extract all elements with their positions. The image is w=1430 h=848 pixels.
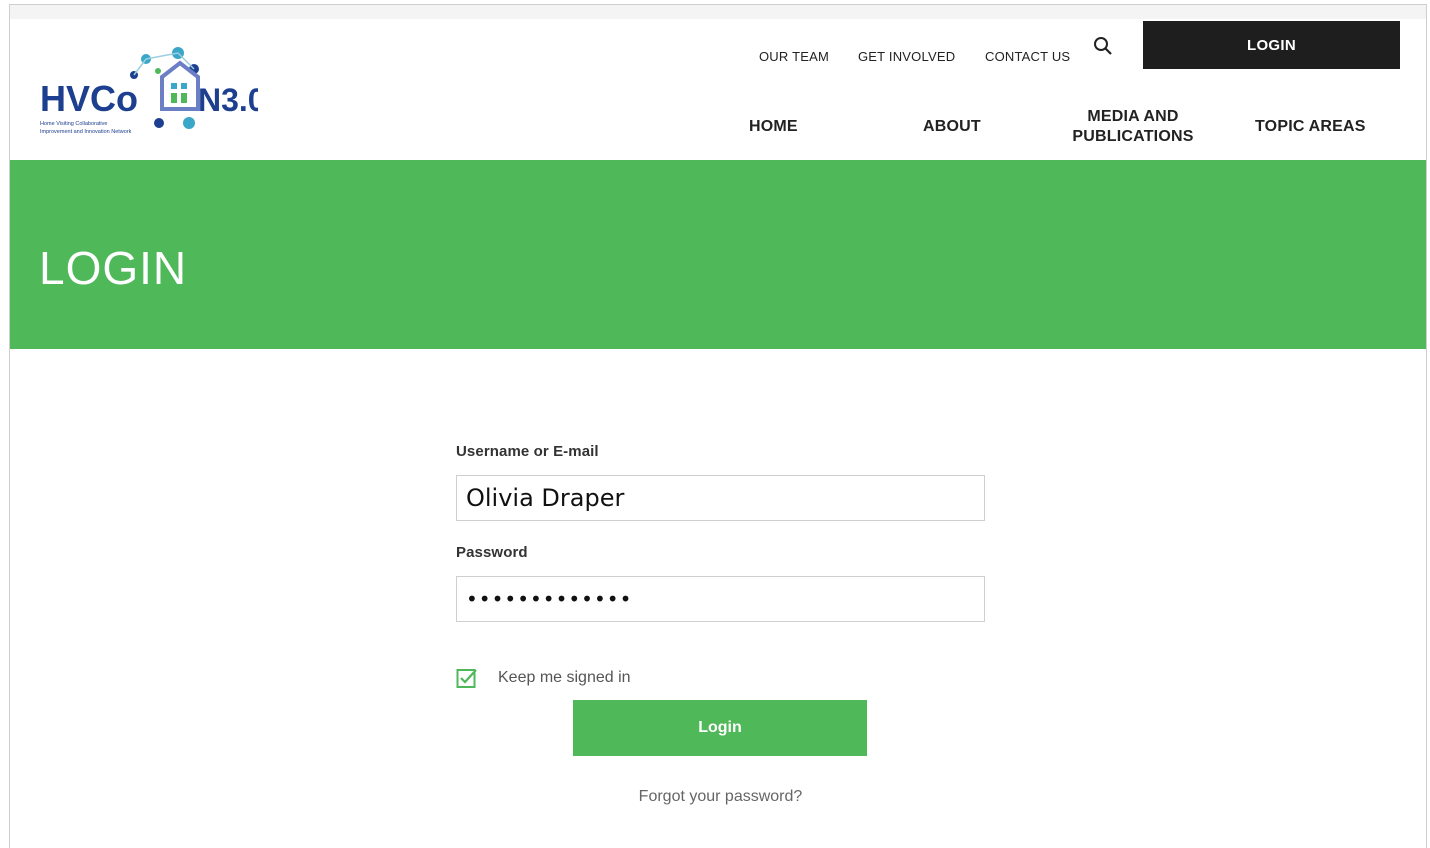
main-nav: HOME ABOUT MEDIA AND PUBLICATIONS TOPIC … [10, 101, 1426, 151]
nav-home[interactable]: HOME [749, 117, 798, 137]
nav-media-line1: MEDIA AND [1087, 108, 1179, 125]
page-banner: LOGIN [10, 160, 1426, 349]
password-input[interactable] [456, 576, 985, 622]
username-label: Username or E-mail [456, 443, 599, 460]
site-header: HVCo N3.0 Home Visiting Collaborative Im… [10, 19, 1426, 160]
header-login-button[interactable]: LOGIN [1143, 21, 1400, 69]
page-title: LOGIN [39, 242, 188, 294]
search-icon[interactable] [1092, 35, 1114, 57]
nav-topic-areas[interactable]: TOPIC AREAS [1255, 117, 1366, 137]
nav-about[interactable]: ABOUT [923, 117, 981, 137]
nav-get-involved[interactable]: GET INVOLVED [858, 49, 955, 64]
page-frame: HVCo N3.0 Home Visiting Collaborative Im… [9, 4, 1427, 848]
remember-label: Keep me signed in [498, 669, 631, 686]
nav-our-team[interactable]: OUR TEAM [759, 49, 829, 64]
nav-media-publications[interactable]: MEDIA AND PUBLICATIONS [1068, 107, 1198, 147]
remember-me: Keep me signed in [456, 666, 631, 690]
nav-media-line2: PUBLICATIONS [1072, 128, 1194, 145]
nav-contact-us[interactable]: CONTACT US [985, 49, 1070, 64]
forgot-password-link[interactable]: Forgot your password? [456, 788, 985, 806]
top-strip [10, 5, 1426, 19]
checkbox-checked-icon [456, 669, 477, 688]
login-submit-button[interactable]: Login [573, 700, 867, 756]
remember-checkbox[interactable] [456, 667, 478, 689]
username-input[interactable] [456, 475, 985, 521]
password-label: Password [456, 544, 528, 561]
